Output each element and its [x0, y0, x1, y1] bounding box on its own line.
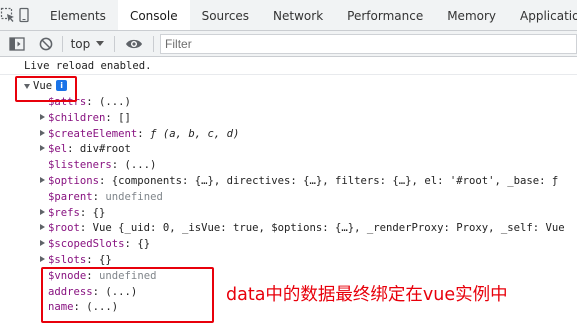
property-separator: :	[92, 190, 106, 203]
property-key: $listeners	[48, 159, 112, 172]
property-separator: :	[79, 222, 93, 235]
console-toolbar: top	[0, 31, 577, 57]
tab-elements[interactable]: Elements	[38, 0, 118, 30]
property-separator: :	[86, 253, 100, 266]
collapsed-triangle-icon[interactable]	[40, 145, 45, 152]
property-row[interactable]: $options: {components: {…}, directives: …	[0, 174, 577, 190]
property-value[interactable]: (...)	[99, 96, 131, 108]
property-key: $root	[48, 222, 80, 235]
console-message: Live reload enabled.	[0, 57, 577, 75]
property-separator: :	[79, 206, 93, 219]
property-value: div#root	[79, 143, 131, 156]
collapsed-triangle-icon[interactable]	[40, 176, 45, 183]
tab-console[interactable]: Console	[117, 0, 190, 30]
tab-label: Elements	[50, 8, 106, 23]
property-row[interactable]: $el: div#root	[0, 142, 577, 158]
property-value: {}	[92, 206, 106, 219]
property-key: $createElement	[48, 127, 138, 140]
toolbar-divider	[61, 35, 63, 52]
highlight-box-vue	[15, 76, 77, 102]
devtools-tab-bar: Elements Console Sources Network Perform…	[0, 0, 577, 31]
device-toggle-icon[interactable]	[16, 0, 32, 30]
property-value: ƒ (a, b, c, d)	[150, 127, 240, 140]
annotation-text: data中的数据最终绑定在vue实例中	[226, 285, 508, 305]
clear-console-icon[interactable]	[34, 31, 58, 57]
highlight-box-data-props	[41, 267, 214, 323]
property-value: Vue {_uid: 0, _isVue: true, $options: {……	[92, 222, 565, 235]
property-value: {components: {…}, directives: {…}, filte…	[111, 174, 559, 187]
property-separator: :	[111, 159, 125, 172]
property-row: $listeners: (...)	[0, 158, 577, 174]
tab-label: Sources	[201, 8, 250, 23]
tab-application[interactable]: Application	[508, 0, 577, 30]
cursor-inspect-icon[interactable]	[0, 0, 16, 30]
collapsed-triangle-icon[interactable]	[40, 129, 45, 136]
property-value: {}	[99, 253, 112, 266]
collapsed-triangle-icon[interactable]	[40, 113, 45, 120]
property-row: $parent: undefined	[0, 190, 577, 206]
vue-instance-toggle[interactable]: Vue i	[0, 78, 577, 95]
filter-input[interactable]	[160, 33, 577, 54]
property-separator: :	[124, 238, 138, 251]
property-separator: :	[105, 111, 119, 124]
property-key: $slots	[48, 253, 87, 266]
collapsed-triangle-icon[interactable]	[40, 240, 45, 247]
tab-memory[interactable]: Memory	[435, 0, 508, 30]
property-value: []	[118, 111, 131, 124]
property-row[interactable]: $scopedSlots: {}	[0, 237, 577, 253]
property-key: $scopedSlots	[48, 238, 125, 251]
context-selector[interactable]: top	[67, 31, 111, 57]
property-row: $attrs: (...)	[0, 95, 577, 111]
property-value[interactable]: (...)	[125, 159, 157, 171]
tab-label: Performance	[347, 8, 424, 23]
collapsed-triangle-icon[interactable]	[40, 255, 45, 262]
sidebar-toggle-icon[interactable]	[0, 31, 34, 57]
collapsed-triangle-icon[interactable]	[40, 208, 45, 215]
property-row[interactable]: $refs: {}	[0, 206, 577, 222]
property-key: $el	[48, 143, 68, 156]
property-row[interactable]: $createElement: ƒ (a, b, c, d)	[0, 127, 577, 143]
property-key: $parent	[48, 190, 93, 203]
property-separator: :	[67, 143, 80, 156]
property-value: {}	[137, 238, 151, 251]
tab-label: Console	[129, 8, 178, 23]
caret-down-icon	[96, 41, 105, 46]
property-separator: :	[99, 174, 112, 187]
property-key: $children	[48, 111, 106, 124]
tab-sources[interactable]: Sources	[190, 0, 261, 30]
live-expression-eye-icon[interactable]	[119, 31, 149, 57]
toolbar-divider	[153, 35, 155, 52]
context-label: top	[70, 36, 91, 51]
tab-label: Application	[520, 8, 577, 23]
property-key: $options	[48, 174, 100, 187]
property-key: $refs	[48, 206, 80, 219]
property-row[interactable]: $root: Vue {_uid: 0, _isVue: true, $opti…	[0, 221, 577, 237]
property-row[interactable]: $children: []	[0, 111, 577, 127]
tab-label: Network	[273, 8, 324, 23]
property-separator: :	[137, 127, 151, 140]
property-value: undefined	[105, 190, 163, 203]
collapsed-triangle-icon[interactable]	[40, 224, 45, 231]
tab-network[interactable]: Network	[261, 0, 335, 30]
toolbar-divider	[114, 35, 116, 52]
tab-label: Memory	[447, 8, 497, 23]
tab-performance[interactable]: Performance	[335, 0, 435, 30]
property-separator: :	[86, 96, 100, 108]
